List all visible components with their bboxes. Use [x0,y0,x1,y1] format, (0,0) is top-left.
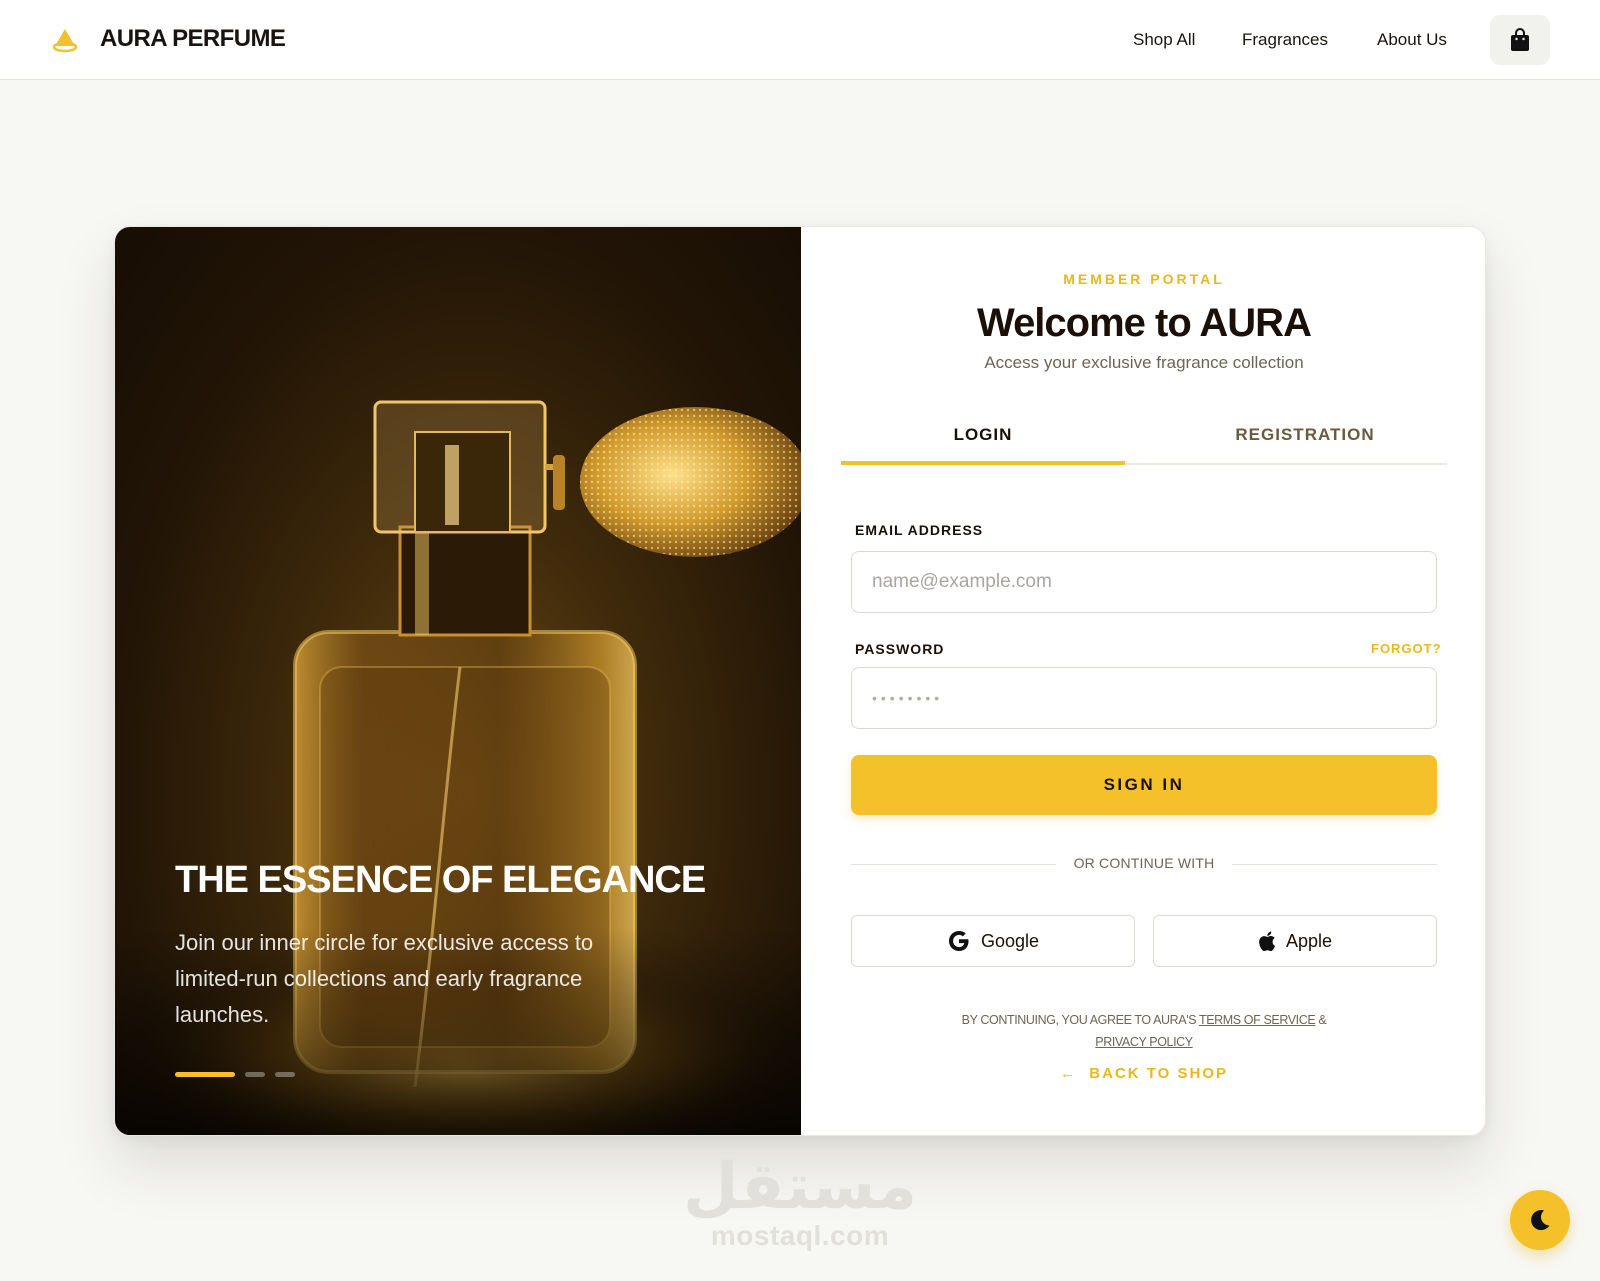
sign-in-button[interactable]: SIGN IN [851,755,1437,815]
login-card: THE ESSENCE OF ELEGANCE Join our inner c… [114,226,1486,1136]
password-field[interactable] [851,667,1437,729]
watermark-arabic: مستقل [682,1150,918,1224]
tab-login[interactable]: LOGIN [841,405,1125,465]
login-form-panel: MEMBER PORTAL Welcome to AURA Access you… [801,227,1485,1135]
page-title: Welcome to AURA [977,301,1312,345]
apple-login-button[interactable]: Apple [1153,915,1437,967]
moon-icon [1531,1210,1550,1231]
hero-image-panel: THE ESSENCE OF ELEGANCE Join our inner c… [115,227,801,1135]
forgot-password-link[interactable]: FORGOT? [1371,641,1442,656]
privacy-policy-link[interactable]: PRIVACY POLICY [1095,1035,1193,1049]
email-field[interactable] [851,551,1437,613]
nav-about-us[interactable]: About Us [1377,30,1447,50]
hero-title: THE ESSENCE OF ELEGANCE [175,859,706,901]
apple-icon [1259,931,1275,952]
carousel-dot[interactable] [275,1072,295,1077]
google-button-label: Google [980,930,1040,951]
terms-of-service-link[interactable]: TERMS OF SERVICE [1199,1013,1316,1027]
arrow-left-icon: ← [1059,1065,1090,1082]
apple-button-label: Apple [1285,930,1333,951]
top-navigation-bar: AURA PERFUME Shop All Fragrances About U… [0,0,1600,80]
theme-toggle-button[interactable] [1510,1190,1570,1250]
eyebrow-label: MEMBER PORTAL [1063,271,1225,287]
back-to-shop-link[interactable]: ← BACK TO SHOP [801,1065,1485,1082]
hero-description: Join our inner circle for exclusive acce… [175,930,594,1027]
google-login-button[interactable]: Google [851,915,1135,967]
google-icon [948,931,969,951]
shopping-bag-icon [1511,28,1529,51]
carousel-dot[interactable] [245,1072,265,1077]
back-to-shop-label: BACK TO SHOP [1089,1065,1229,1082]
watermark-latin: mostaql.com [710,1220,890,1251]
carousel-dot-active[interactable] [175,1072,235,1077]
divider-line-right [1232,864,1437,865]
cart-button[interactable] [1490,15,1550,65]
legal-ampersand: & [1315,1013,1327,1027]
legal-text: BY CONTINUING, YOU AGREE TO AURA'S [961,1013,1199,1027]
nav-shop-all[interactable]: Shop All [1133,30,1195,50]
brand-logo-icon [52,29,78,53]
brand-name[interactable]: AURA PERFUME [100,25,286,53]
legal-notice: BY CONTINUING, YOU AGREE TO AURA'S TERMS… [801,1009,1485,1053]
divider-text: OR CONTINUE WITH [1073,855,1215,871]
email-label: EMAIL ADDRESS [855,522,984,538]
tab-registration[interactable]: REGISTRATION [1163,405,1447,465]
password-label: PASSWORD [855,641,945,657]
page-subtitle: Access your exclusive fragrance collecti… [984,353,1304,372]
nav-fragrances[interactable]: Fragrances [1242,30,1328,50]
auth-tabs: LOGIN REGISTRATION [841,405,1447,465]
